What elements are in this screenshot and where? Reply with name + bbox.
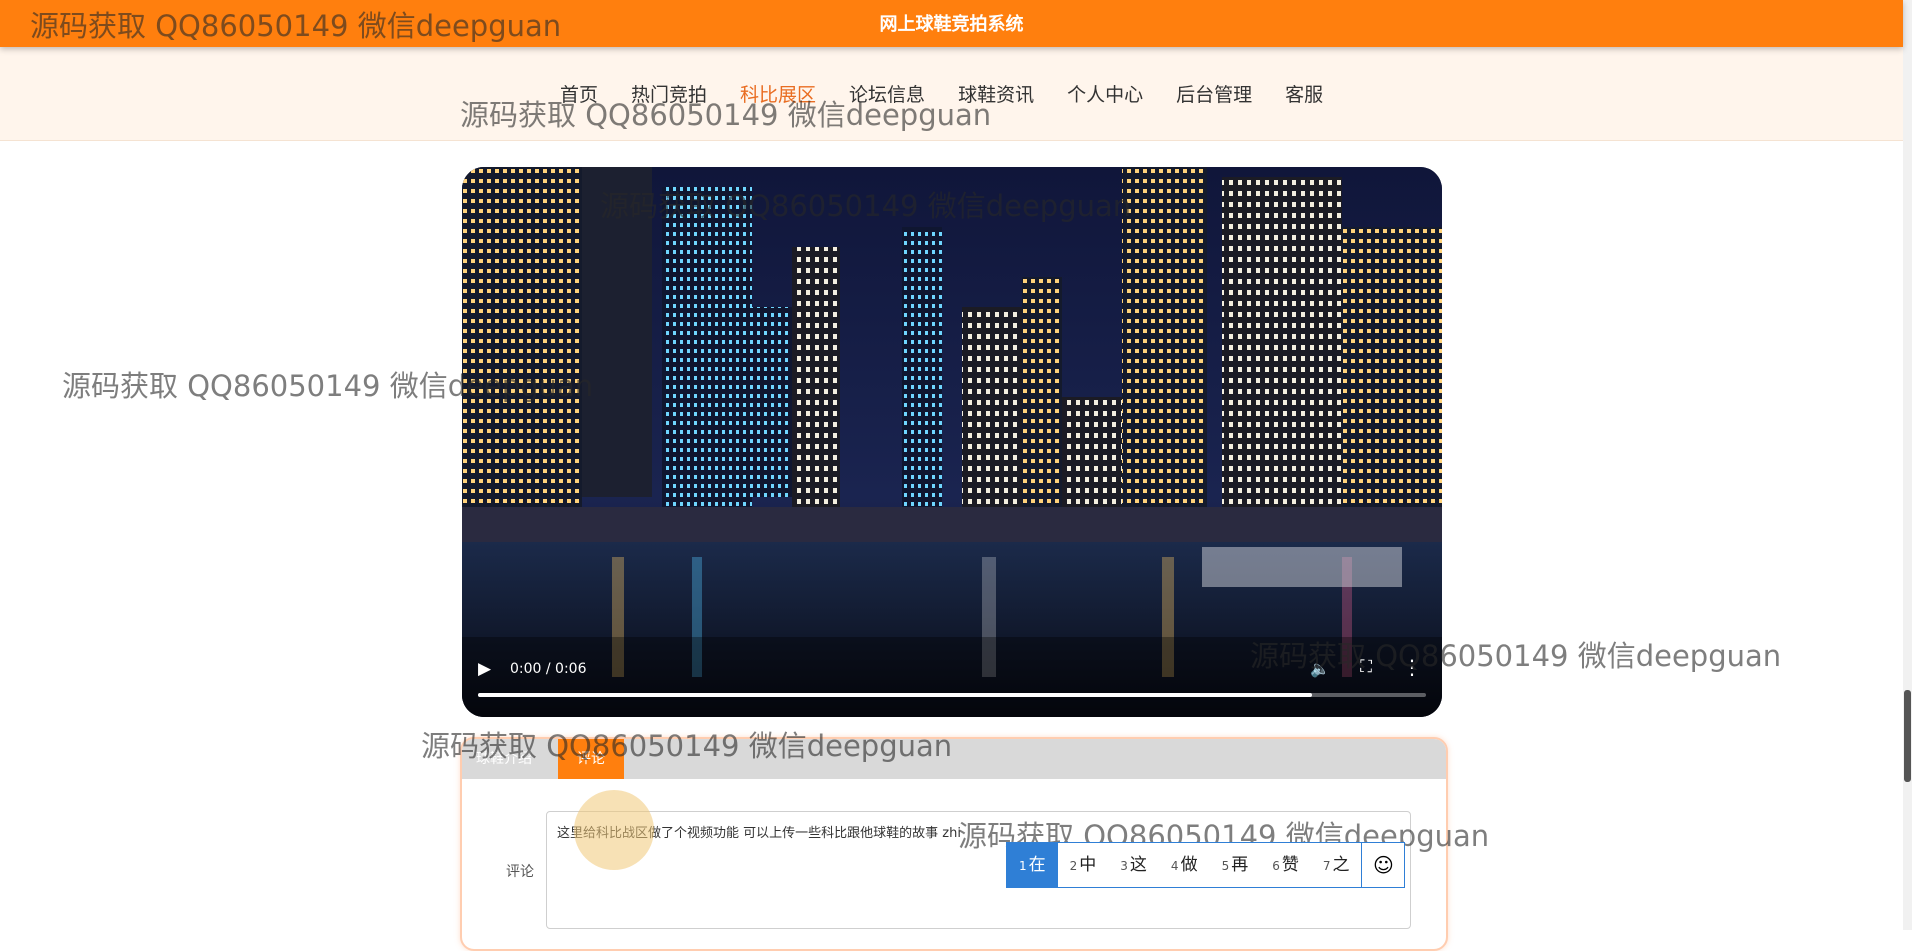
ime-candidate-2[interactable]: 2中 <box>1058 843 1109 887</box>
nav-item-home[interactable]: 首页 <box>560 80 598 107</box>
video-player[interactable]: ▶ 0:00 / 0:06 🔈 ⛶ ⋮ <box>462 167 1442 717</box>
cursor-highlight <box>574 790 654 870</box>
tab-sneaker-intro[interactable]: 球鞋介绍 <box>462 739 546 779</box>
panel-tabs: 球鞋介绍 评论 <box>462 739 1446 779</box>
fullscreen-icon[interactable]: ⛶ <box>1360 657 1372 677</box>
scrollbar-thumb[interactable] <box>1904 690 1911 782</box>
ime-candidate-7[interactable]: 7之 <box>1311 843 1362 887</box>
comment-label: 评论 <box>506 864 534 880</box>
video-progress-bar[interactable] <box>478 693 1426 697</box>
ime-candidate-6[interactable]: 6赞 <box>1260 843 1311 887</box>
play-icon[interactable]: ▶ <box>478 659 491 679</box>
nav-item-forum[interactable]: 论坛信息 <box>849 80 925 107</box>
ime-candidate-bar: 1在 2中 3这 4做 5再 6赞 7之 ☺ <box>1006 842 1406 888</box>
ime-candidate-3[interactable]: 3这 <box>1108 843 1159 887</box>
nav-item-kobe-zone[interactable]: 科比展区 <box>740 80 816 107</box>
nav-item-customer-service[interactable]: 客服 <box>1285 80 1323 107</box>
video-progress-buffered <box>478 693 1313 697</box>
more-icon[interactable]: ⋮ <box>1402 655 1422 679</box>
volume-icon[interactable]: 🔈 <box>1310 659 1330 678</box>
page-scrollbar[interactable] <box>1903 0 1912 930</box>
nav-item-personal-center[interactable]: 个人中心 <box>1067 80 1143 107</box>
tab-comments[interactable]: 评论 <box>558 739 624 779</box>
nav-item-sneaker-news[interactable]: 球鞋资讯 <box>958 80 1034 107</box>
ime-candidate-1[interactable]: 1在 <box>1007 843 1058 887</box>
smiley-icon[interactable]: ☺ <box>1361 843 1404 887</box>
video-time: 0:00 / 0:06 <box>510 661 587 677</box>
main-nav: 首页 热门竞拍 科比展区 论坛信息 球鞋资讯 个人中心 后台管理 客服 <box>560 80 1356 107</box>
top-bar: 网上球鞋竞拍系统 <box>0 0 1903 47</box>
site-title: 网上球鞋竞拍系统 <box>879 14 1024 35</box>
ime-candidate-5[interactable]: 5再 <box>1210 843 1261 887</box>
ime-candidate-4[interactable]: 4做 <box>1159 843 1210 887</box>
video-frame-image <box>462 167 1442 717</box>
nav-item-admin[interactable]: 后台管理 <box>1176 80 1252 107</box>
nav-item-hot-auctions[interactable]: 热门竞拍 <box>631 80 707 107</box>
